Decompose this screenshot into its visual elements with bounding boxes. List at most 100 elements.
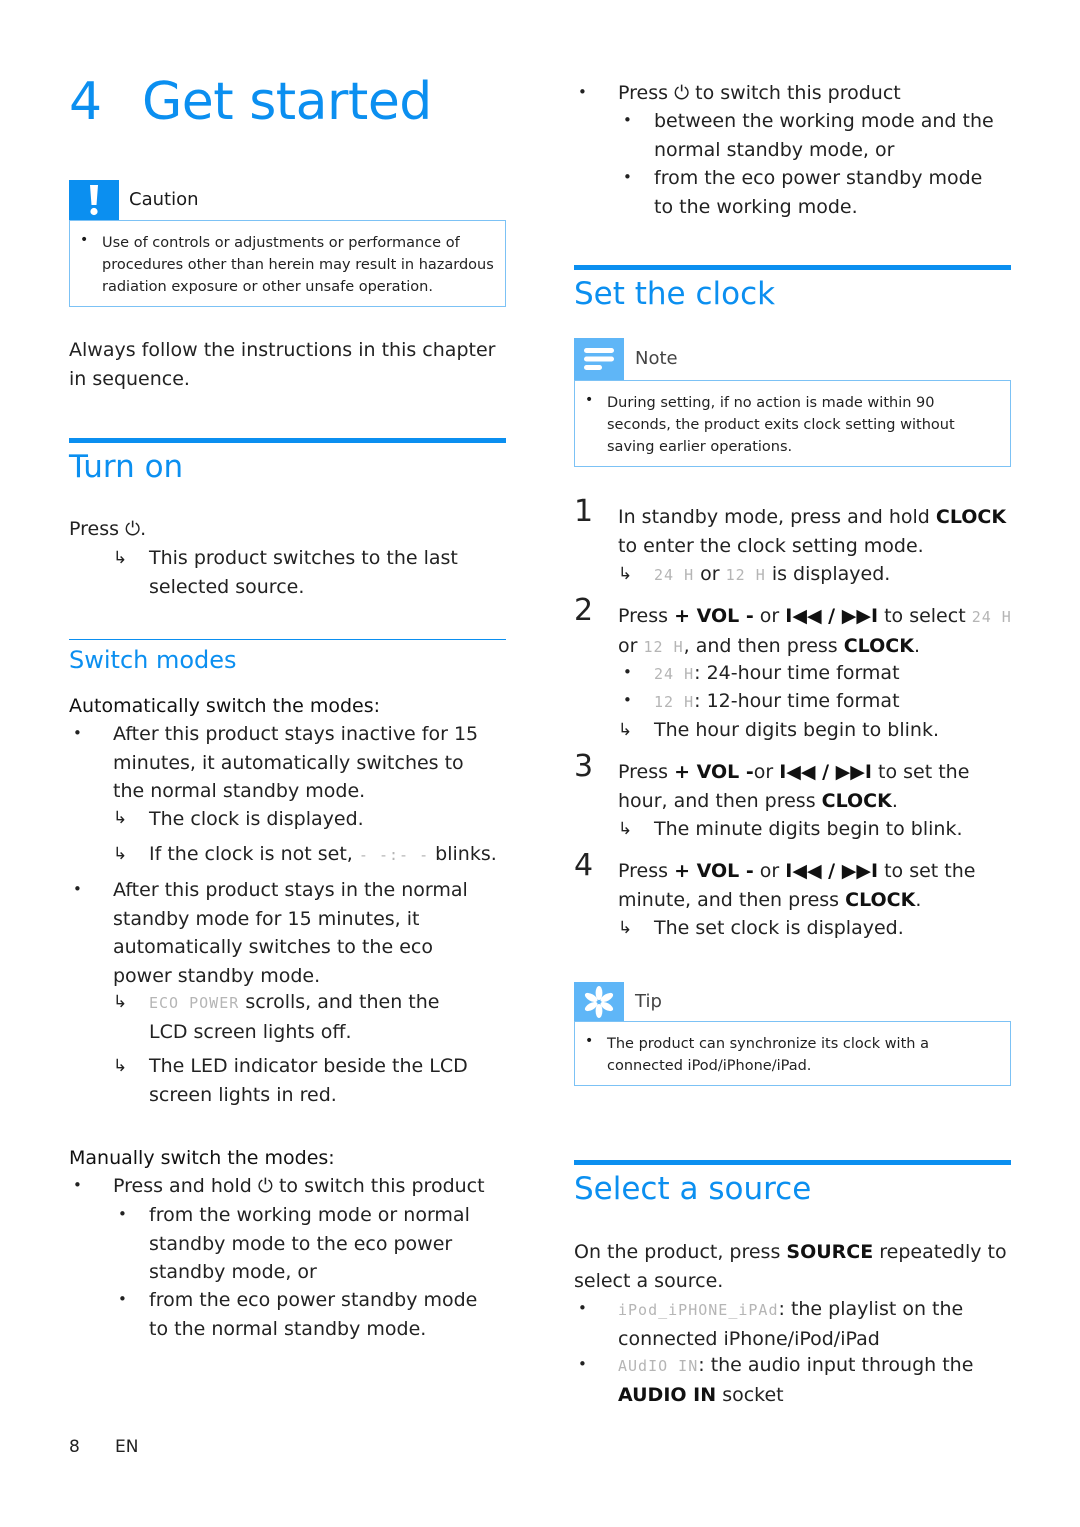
result-arrow-icon: ↳ (113, 808, 128, 828)
note-lines-icon (584, 348, 614, 370)
item-text: : the audio input through the (698, 1354, 974, 1376)
lcd-24h-display: 24 H (654, 665, 695, 683)
step-text: to enter the clock setting mode. (618, 534, 924, 557)
bullet: • (80, 232, 89, 248)
step-3-text: Press + VOL -or I◀◀ / ▶▶I to set the hou… (618, 758, 1018, 815)
subsection-rule (69, 639, 506, 640)
punct: . (913, 634, 920, 657)
auto-item-2-result-1: ECO POWER scrolls, and then the LCD scre… (149, 988, 479, 1046)
exclamation-icon (90, 185, 98, 216)
lcd-24h-display: 24 H (654, 566, 695, 584)
tip-text: The product can synchronize its clock wi… (607, 1036, 929, 1074)
item-text: to switch this product (695, 82, 901, 104)
lcd-12h-display: 12 H (654, 693, 695, 711)
chapter-title-text: Get started (142, 72, 432, 132)
manual-item-2-sub-2: from the eco power standby mode to the w… (654, 167, 983, 218)
lcd-blink-display: - -:- - (358, 846, 430, 864)
source-button-label: SOURCE (786, 1241, 874, 1263)
intro-text: Always follow the instructions in this c… (69, 339, 496, 390)
step-text: or (700, 563, 720, 585)
power-icon: ⏻ (257, 1175, 273, 1197)
note-title: Note (635, 348, 678, 369)
press-label: Press (69, 518, 120, 540)
bullet: • (73, 724, 82, 742)
source-item-ipod: iPod_iPHONE_iPAd: the playlist on the co… (618, 1295, 1013, 1353)
result-text: blinks. (435, 843, 497, 865)
step-text: , and then press (683, 634, 838, 657)
caution-title: Caution (129, 189, 199, 210)
auto-label: Automatically switch the modes: (69, 695, 381, 717)
manual-label: Manually switch the modes: (69, 1147, 335, 1169)
step-2-option-24h: 24 H: 24-hour time format (654, 659, 900, 689)
result-arrow-icon: ↳ (618, 564, 633, 584)
step-2-option-12h: 12 H: 12-hour time format (654, 687, 900, 717)
result-arrow-icon: ↳ (113, 992, 128, 1012)
auto-item-1-result-1: The clock is displayed. (149, 808, 364, 830)
auto-item-1: After this product stays inactive for 15… (113, 723, 479, 802)
bullet: • (623, 663, 632, 681)
step-text: to select (884, 605, 966, 627)
step-4-text: Press + VOL - or I◀◀ / ▶▶I to set the mi… (618, 857, 1013, 914)
prev-next-button-label: I◀◀ / ▶▶I (785, 605, 879, 627)
step-text: In standby mode, press and hold (618, 506, 930, 528)
audio-in-label: AUDIO IN (618, 1383, 717, 1406)
power-icon: ⏻ (674, 82, 690, 104)
note-icon-box (574, 338, 624, 380)
bullet: • (623, 691, 632, 709)
heading-select-source: Select a source (574, 1171, 812, 1207)
note-text: During setting, if no action is made wit… (607, 395, 955, 455)
step-number: 3 (574, 749, 594, 784)
bullet: • (585, 392, 594, 408)
bullet: • (623, 168, 632, 186)
lcd-audio-in-display: AUdIO IN (618, 1357, 699, 1375)
step-text: or (753, 761, 774, 783)
bullet: • (578, 1355, 587, 1373)
vol-button-label: + VOL - (674, 761, 754, 783)
step-2-result: The hour digits begin to blink. (654, 719, 939, 741)
auto-item-2-result-2: The LED indicator beside the LCD screen … (149, 1055, 468, 1106)
result-text: If the clock is not set, (149, 843, 353, 865)
clock-button-label: CLOCK (821, 789, 892, 812)
clock-button-label: CLOCK (845, 888, 916, 911)
auto-item-2: After this product stays in the normal s… (113, 879, 468, 987)
result-arrow-icon: ↳ (618, 819, 633, 839)
section-rule (574, 1160, 1011, 1165)
step-4-result: The set clock is displayed. (654, 917, 904, 939)
heading-turn-on: Turn on (69, 449, 184, 485)
step-text: is displayed. (771, 563, 891, 585)
item-text: socket (722, 1383, 784, 1406)
punct: . (891, 789, 898, 812)
result-arrow-icon: ↳ (113, 844, 128, 864)
step-text: or (759, 605, 780, 627)
turn-on-result: This product switches to the last select… (149, 547, 458, 598)
step-text: or (759, 860, 780, 882)
bullet: • (578, 83, 587, 101)
step-text: Press (618, 761, 669, 783)
item-text: Press and hold (113, 1175, 252, 1197)
manual-item-1-sub-1: from the working mode or normal standby … (149, 1204, 470, 1283)
section-rule (574, 265, 1011, 270)
source-item-audio-in: AUdIO IN: the audio input through the AU… (618, 1351, 1013, 1409)
vol-button-label: + VOL - (674, 605, 754, 627)
bullet: • (623, 111, 632, 129)
option-text: : 24-hour time format (694, 662, 900, 684)
manual-item-1-sub-2: from the eco power standby mode to the n… (149, 1289, 478, 1340)
clock-button-label: CLOCK (935, 506, 1007, 528)
caution-icon-box (69, 180, 119, 220)
section-rule (69, 438, 506, 443)
step-number: 4 (574, 848, 594, 883)
tip-icon-box (574, 982, 624, 1022)
item-text: to switch this product (278, 1175, 485, 1197)
manual-item-2-sub-1: between the working mode and the normal … (654, 110, 994, 161)
bullet: • (118, 1205, 127, 1223)
asterisk-icon (584, 986, 614, 1018)
result-arrow-icon: ↳ (113, 548, 128, 568)
caution-text: Use of controls or adjustments or perfor… (102, 235, 494, 295)
step-1-result: 24 H or 12 H is displayed. (654, 560, 890, 590)
result-arrow-icon: ↳ (113, 1056, 128, 1076)
turn-on-instruction: Press ⏻. (69, 518, 147, 540)
punct: . (915, 888, 922, 911)
intro-text: On the product, press (574, 1241, 781, 1263)
bullet: • (73, 880, 82, 898)
step-1-text: In standby mode, press and hold CLOCK to… (618, 503, 1008, 560)
